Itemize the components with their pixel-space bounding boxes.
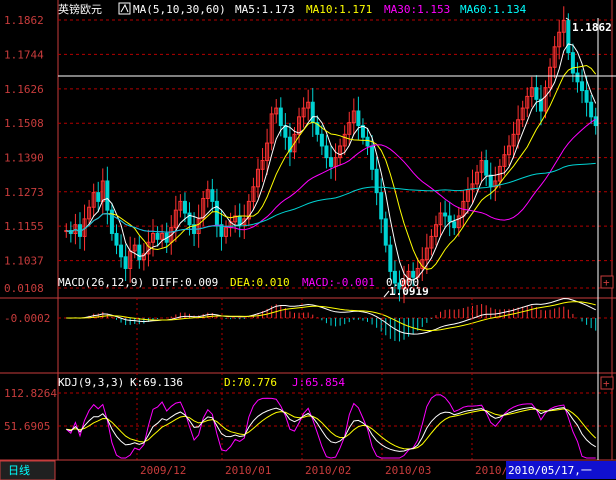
candle-body — [488, 174, 493, 188]
candle-body — [570, 52, 575, 74]
candle-body — [589, 101, 594, 118]
candle-body — [379, 192, 384, 220]
candle-body — [360, 125, 365, 138]
candle-body — [484, 160, 489, 176]
plus-icon: + — [603, 377, 610, 390]
high-label: 1.1862 — [572, 21, 612, 34]
kdj-expand-button[interactable]: + — [600, 376, 614, 390]
forex-daily-chart[interactable]: 1.1862 1.1744 1.1626 1.1508 1.1390 1.1273 1.11… — [0, 0, 616, 480]
candle-body — [356, 110, 361, 127]
high-marker: 1.1862 — [565, 17, 612, 34]
candle-body — [210, 189, 215, 202]
macd-expand-button[interactable]: + — [600, 275, 614, 289]
y-tick-label: 1.1273 — [4, 186, 44, 199]
candle-body — [182, 200, 187, 214]
candle-body — [237, 215, 242, 226]
candle-body — [137, 244, 142, 261]
candle-body — [575, 72, 580, 83]
y-tick-label: 0.0108 — [4, 282, 44, 295]
date-label: 2010/ — [475, 464, 508, 477]
ma-title: MA(5,10,30,60) — [133, 3, 226, 16]
candle-body — [214, 200, 219, 226]
candle-body — [114, 232, 119, 246]
kdj-j: J:65.854 — [292, 376, 345, 389]
date-label: 2010/01 — [225, 464, 271, 477]
candle-body — [593, 116, 598, 127]
candle-body — [324, 145, 329, 159]
candle-body — [388, 244, 393, 272]
y-tick-label: 1.1155 — [4, 220, 44, 233]
y-tick-label: 1.1508 — [4, 117, 44, 130]
y-tick-label: 112.8264 — [4, 387, 57, 400]
y-tick-label: 1.1862 — [4, 14, 44, 27]
candle-body — [155, 232, 160, 240]
cursor-date: 2010/05/17,一 — [508, 464, 592, 477]
y-tick-label: 1.1390 — [4, 152, 44, 165]
candle-body — [370, 145, 375, 170]
macd-dea: DEA:0.010 — [230, 276, 290, 289]
candle-body — [534, 87, 539, 100]
macd-diff: DIFF:0.009 — [152, 276, 218, 289]
candle-body — [447, 215, 452, 223]
kdj-k: K:69.136 — [130, 376, 183, 389]
y-tick-label: -0.0002 — [4, 312, 50, 325]
kdj-title: KDJ(9,3,3) — [58, 376, 124, 389]
macd-value: MACD:-0.001 — [302, 276, 375, 289]
date-label: 2009/12 — [140, 464, 186, 477]
ma30-value: MA30:1.153 — [384, 3, 450, 16]
candle-body — [329, 157, 333, 167]
macd-header: MACD(26,12,9) DIFF:0.009 DEA:0.010 MACD:… — [58, 276, 419, 289]
candle-body — [580, 81, 585, 92]
ma10-value: MA10:1.171 — [306, 3, 372, 16]
candle-body — [443, 212, 448, 217]
y-tick-label: 1.1626 — [4, 83, 44, 96]
date-label: 2010/02 — [305, 464, 351, 477]
ma60-value: MA60:1.134 — [460, 3, 527, 16]
candle-body — [452, 221, 457, 229]
candle-body — [584, 90, 589, 103]
macd-title: MACD(26,12,9) — [58, 276, 144, 289]
candle-body — [96, 192, 101, 202]
macd-extra: 0.000 — [386, 276, 419, 289]
candle-body — [319, 133, 324, 147]
candle-body — [123, 256, 128, 269]
candle-body — [119, 244, 124, 258]
candle-body — [566, 20, 571, 54]
candle-body — [374, 168, 379, 194]
y-tick-label: 1.1744 — [4, 48, 44, 61]
candle-body — [365, 136, 370, 147]
y-tick-label: 51.6905 — [4, 420, 50, 433]
kdj-d: D:70.776 — [224, 376, 277, 389]
period-tab-label: 日线 — [8, 463, 30, 477]
candle-body — [105, 180, 110, 211]
ma5-value: MA5:1.173 — [235, 3, 295, 16]
candle-body — [383, 218, 388, 246]
plus-icon: + — [603, 276, 610, 289]
candle-body — [310, 101, 315, 124]
cursor-date-box: 2010/05/17,一 — [506, 461, 616, 479]
instrument-name: 英镑欧元 — [58, 2, 102, 16]
candle-body — [187, 212, 192, 226]
candle-body — [278, 107, 283, 127]
y-tick-label: 1.1037 — [4, 255, 44, 268]
date-label: 2010/03 — [385, 464, 431, 477]
